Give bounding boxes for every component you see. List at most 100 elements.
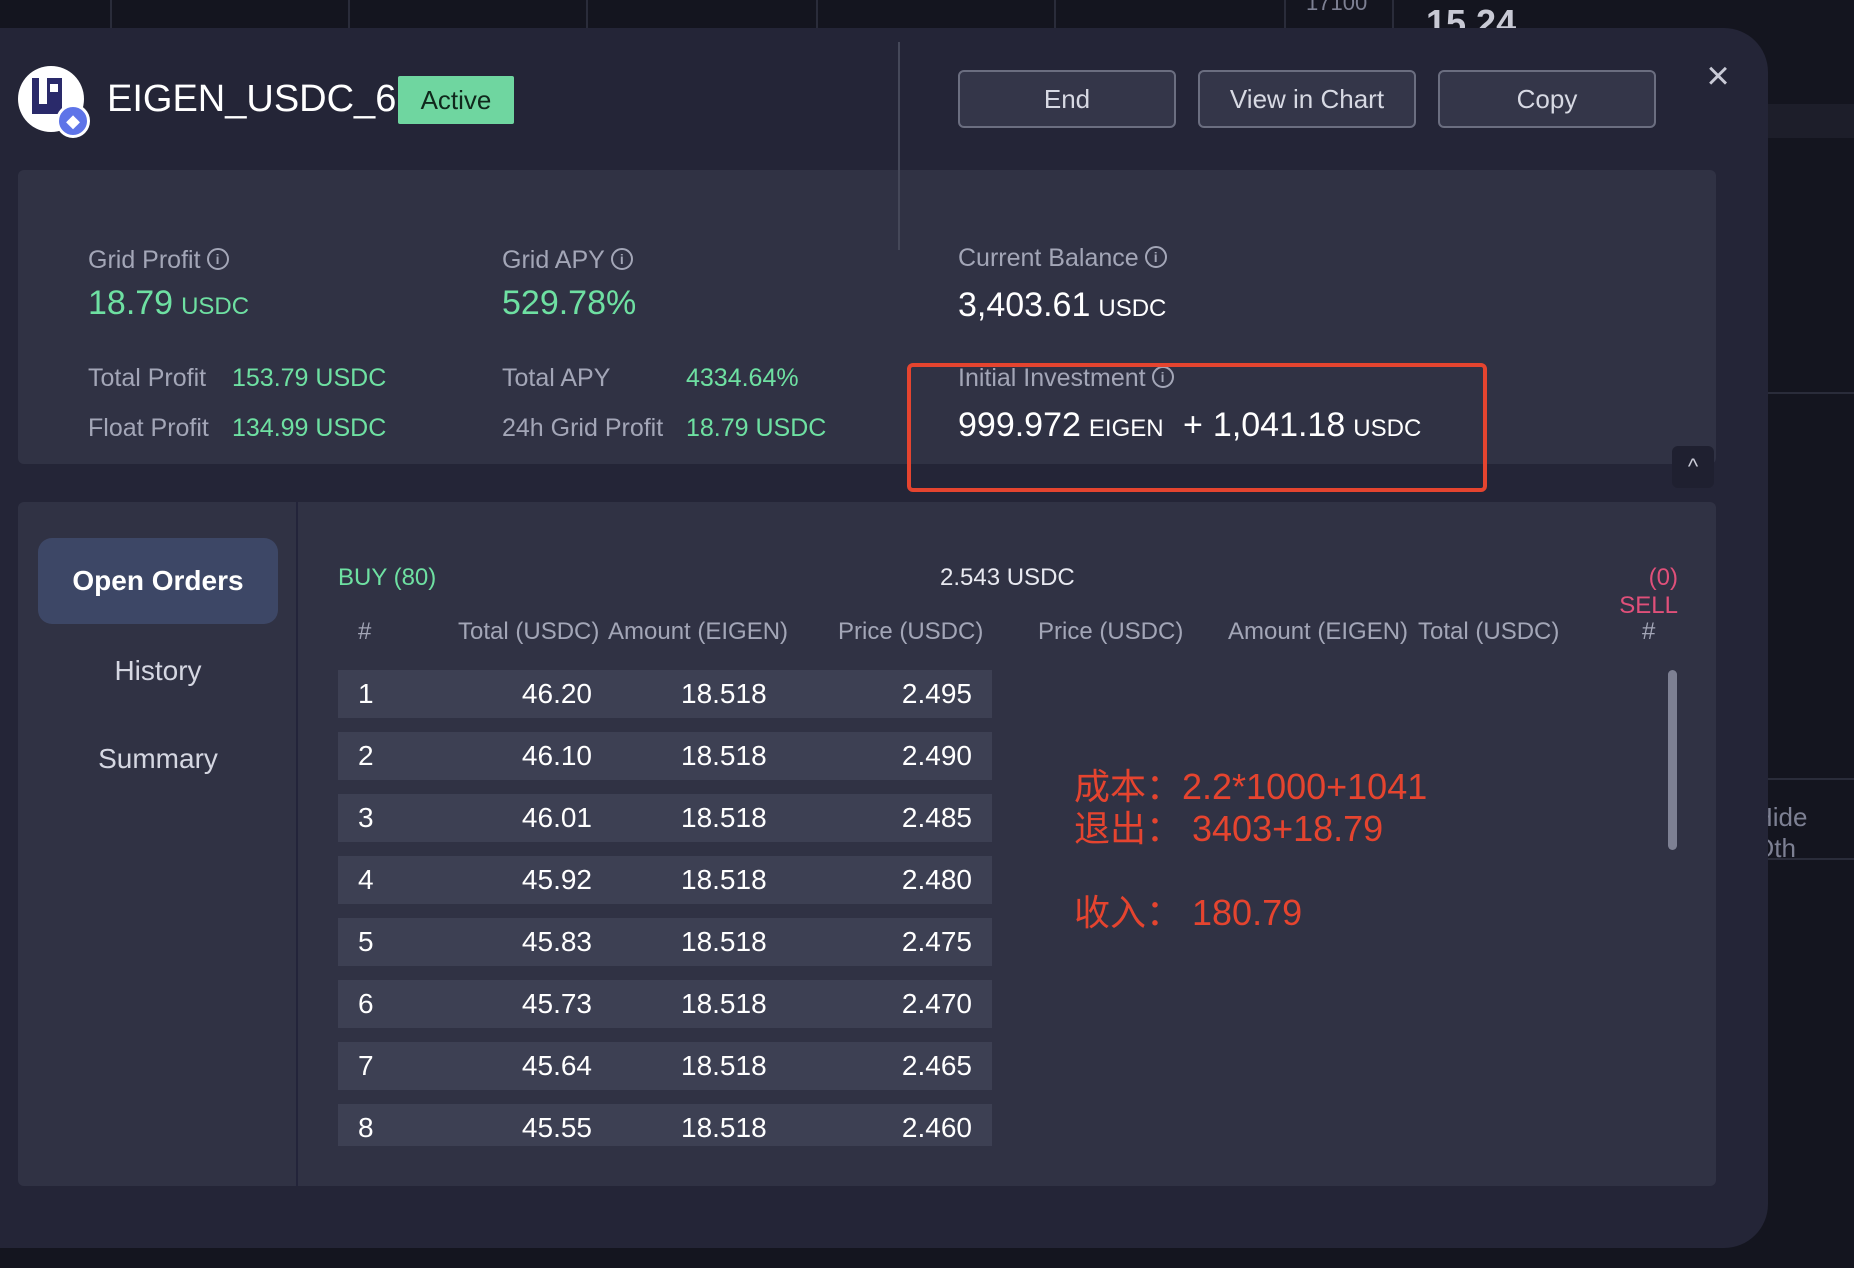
row-total: 46.10 — [521, 740, 592, 771]
row-amount: 18.518 — [681, 988, 767, 1019]
grid-profit-value: 18.79 USDC — [88, 284, 249, 323]
row-total: 46.20 — [521, 678, 592, 709]
row-amount: 18.518 — [681, 740, 767, 771]
row-total: 46.01 — [521, 802, 592, 833]
grid-profit-24h-value: 18.79 USDC — [686, 414, 827, 442]
row-price: 2.480 — [901, 864, 972, 895]
info-icon[interactable]: i — [610, 248, 633, 271]
table-row[interactable]: 7 45.64 18.518 2.465 — [338, 1042, 992, 1090]
row-index: 3 — [358, 802, 374, 833]
bg-row-line — [1768, 392, 1854, 394]
page-title: EIGEN_USDC_62 — [107, 78, 418, 120]
buy-col-total: Total (USDC) — [458, 618, 600, 645]
row-total: 45.55 — [521, 1112, 592, 1143]
annotation-income: 收入： 180.79 — [1074, 892, 1303, 933]
table-row[interactable]: 6 45.73 18.518 2.470 — [338, 980, 992, 1028]
copy-button[interactable]: Copy — [1438, 70, 1656, 128]
row-price: 2.490 — [901, 740, 972, 771]
row-total: 45.64 — [521, 1050, 592, 1081]
bg-grid-line — [586, 0, 588, 28]
bg-hide-others-text: Hide Oth — [1754, 802, 1808, 863]
chevron-up-icon[interactable]: ^ — [1672, 446, 1714, 488]
eigen-logo-icon: ◆ — [18, 66, 90, 138]
row-index: 4 — [358, 864, 374, 895]
end-button[interactable]: End — [958, 70, 1176, 128]
row-total: 45.73 — [521, 988, 592, 1019]
row-amount: 18.518 — [681, 1112, 767, 1143]
tab-summary[interactable]: Summary — [38, 716, 278, 802]
row-amount: 18.518 — [681, 678, 767, 709]
row-price: 2.460 — [901, 1112, 972, 1143]
bg-grid-line — [816, 0, 818, 28]
sell-col-total: Total (USDC) — [1418, 618, 1560, 645]
bg-row-line — [1768, 778, 1854, 780]
row-index: 7 — [358, 1050, 374, 1081]
grid-profit-label-text: Grid Profit — [88, 246, 201, 274]
buy-col-price: Price (USDC) — [838, 618, 984, 645]
info-icon[interactable]: i — [206, 248, 229, 271]
table-row[interactable]: 4 45.92 18.518 2.480 — [338, 856, 992, 904]
table-row[interactable]: 2 46.10 18.518 2.490 — [338, 732, 992, 780]
row-total: 45.92 — [521, 864, 592, 895]
sell-col-amount: Amount (EIGEN) — [1228, 618, 1409, 645]
info-icon[interactable]: i — [1144, 246, 1167, 269]
current-balance-label: Current Balance i — [958, 244, 1167, 273]
bg-row-line — [1768, 104, 1854, 138]
current-balance-unit: USDC — [1098, 295, 1167, 322]
table-row[interactable]: 8 45.55 18.518 2.460 — [338, 1104, 992, 1146]
annotation-exit: 退出： 3403+18.79 — [1074, 808, 1384, 849]
bg-grid-line — [1054, 0, 1056, 28]
total-apy-value: 4334.64% — [686, 364, 799, 392]
float-profit-label: Float Profit — [88, 414, 209, 442]
row-amount: 18.518 — [681, 1050, 767, 1081]
total-profit-value: 153.79 USDC — [232, 364, 387, 392]
bg-grid-line — [348, 0, 350, 28]
sell-col-index: # — [1642, 618, 1656, 645]
tab-history[interactable]: History — [38, 628, 278, 714]
grid-apy-label: Grid APY i — [502, 246, 633, 275]
row-price: 2.495 — [901, 678, 972, 709]
table-row[interactable]: 5 45.83 18.518 2.475 — [338, 918, 992, 966]
status-badge: Active — [398, 76, 514, 124]
grid-profit-number: 18.79 — [88, 284, 174, 322]
sell-col-price: Price (USDC) — [1038, 618, 1184, 645]
grid-apy-label-text: Grid APY — [502, 246, 605, 274]
table-row[interactable]: 3 46.01 18.518 2.485 — [338, 794, 992, 842]
ethereum-icon: ◆ — [56, 104, 90, 138]
grid-profit-unit: USDC — [181, 293, 250, 320]
row-amount: 18.518 — [681, 864, 767, 895]
row-index: 5 — [358, 926, 374, 957]
row-price: 2.475 — [901, 926, 972, 957]
orders-scrollbar[interactable] — [1668, 670, 1677, 850]
tab-open-orders[interactable]: Open Orders — [38, 538, 278, 624]
total-apy-label: Total APY — [502, 364, 611, 392]
row-price: 2.470 — [901, 988, 972, 1019]
total-profit-label: Total Profit — [88, 364, 207, 392]
buy-col-index: # — [358, 618, 372, 645]
table-row[interactable]: 1 46.20 18.518 2.495 — [338, 670, 992, 718]
current-balance-value: 3,403.61 USDC — [958, 286, 1166, 325]
buy-count-label: BUY (80) — [338, 564, 437, 591]
current-balance-label-text: Current Balance — [958, 244, 1139, 272]
bg-grid-line — [1392, 0, 1394, 28]
row-amount: 18.518 — [681, 802, 767, 833]
grid-apy-value: 529.78% — [502, 284, 637, 322]
close-icon[interactable]: × — [1696, 54, 1740, 98]
bg-top-value: 17100 — [1306, 0, 1368, 15]
stats-divider — [898, 42, 900, 250]
current-balance-number: 3,403.61 — [958, 286, 1091, 324]
sell-count-label: (0) SELL — [1619, 564, 1678, 619]
eigen-mark-icon — [32, 78, 62, 114]
row-index: 6 — [358, 988, 374, 1019]
grid-profit-label: Grid Profit i — [88, 246, 229, 275]
bg-grid-line — [1284, 0, 1286, 28]
row-total: 45.83 — [521, 926, 592, 957]
row-amount: 18.518 — [681, 926, 767, 957]
float-profit-value: 134.99 USDC — [232, 414, 387, 442]
bg-grid-line — [110, 0, 112, 28]
view-in-chart-button[interactable]: View in Chart — [1198, 70, 1416, 128]
buy-col-amount: Amount (EIGEN) — [608, 618, 789, 645]
grid-profit-24h-label: 24h Grid Profit — [502, 414, 664, 442]
row-index: 2 — [358, 740, 374, 771]
row-index: 8 — [358, 1112, 374, 1143]
